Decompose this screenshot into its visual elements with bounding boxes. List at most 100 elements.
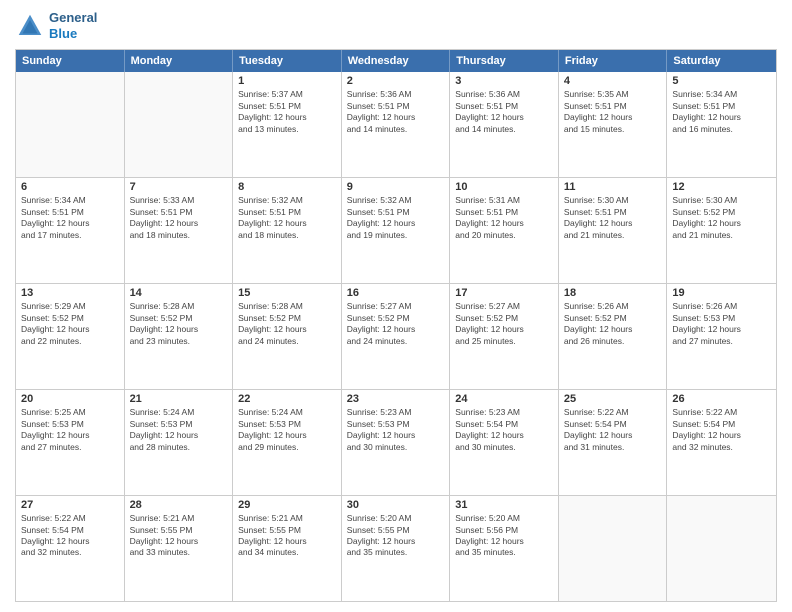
calendar: SundayMondayTuesdayWednesdayThursdayFrid… (15, 49, 777, 602)
header-day-thursday: Thursday (450, 50, 559, 72)
cell-info: Sunrise: 5:20 AMSunset: 5:55 PMDaylight:… (347, 513, 445, 559)
day-number: 24 (455, 393, 553, 405)
day-number: 22 (238, 393, 336, 405)
day-cell-15: 15 Sunrise: 5:28 AMSunset: 5:52 PMDayligh… (233, 284, 342, 389)
day-cell-31: 31Sunrise: 5:20 AMSunset: 5:56 PMDayligh… (450, 496, 559, 601)
cell-info: Sunrise: 5:22 AMSunset: 5:54 PMDaylight:… (564, 407, 662, 453)
calendar-header: SundayMondayTuesdayWednesdayThursdayFrid… (16, 50, 776, 72)
cell-info: Sunrise: 5:21 AMSunset: 5:55 PMDaylight:… (238, 513, 336, 559)
logo: General Blue (15, 10, 97, 41)
cell-info: Sunrise: 5:29 AMSunset: 5:52 PMDaylight:… (21, 301, 119, 347)
day-number: 1 (238, 75, 336, 87)
cell-info: Sunrise: 5:32 AMSunset: 5:51 PMDaylight:… (347, 195, 445, 241)
cell-info: Sunrise: 5:24 AMSunset: 5:53 PMDaylight:… (130, 407, 228, 453)
cell-info: Sunrise: 5:23 AMSunset: 5:53 PMDaylight:… (347, 407, 445, 453)
day-cell-1: 1 Sunrise: 5:37 AMSunset: 5:51 PMDaylight… (233, 72, 342, 177)
logo-icon (15, 11, 45, 41)
day-number: 4 (564, 75, 662, 87)
day-number: 28 (130, 499, 228, 511)
day-number: 15 (238, 287, 336, 299)
day-cell-23: 23Sunrise: 5:23 AMSunset: 5:53 PMDayligh… (342, 390, 451, 495)
day-cell-18: 18Sunrise: 5:26 AMSunset: 5:52 PMDayligh… (559, 284, 668, 389)
cell-info: Sunrise: 5:25 AMSunset: 5:53 PMDaylight:… (21, 407, 119, 453)
day-cell-27: 27 Sunrise: 5:22 AMSunset: 5:54 PMDayligh… (16, 496, 125, 601)
day-cell-28: 28 Sunrise: 5:21 AMSunset: 5:55 PMDayligh… (125, 496, 234, 601)
day-cell-24: 24 Sunrise: 5:23 AMSunset: 5:54 PMDayligh… (450, 390, 559, 495)
day-cell-7: 7Sunrise: 5:33 AMSunset: 5:51 PMDaylight… (125, 178, 234, 283)
day-cell-11: 11 Sunrise: 5:30 AMSunset: 5:51 PMDayligh… (559, 178, 668, 283)
day-number: 20 (21, 393, 119, 405)
day-cell-20: 20 Sunrise: 5:25 AMSunset: 5:53 PMDayligh… (16, 390, 125, 495)
day-cell-12: 12 Sunrise: 5:30 AMSunset: 5:52 PMDayligh… (667, 178, 776, 283)
cell-info: Sunrise: 5:28 AMSunset: 5:52 PMDaylight:… (130, 301, 228, 347)
day-number: 29 (238, 499, 336, 511)
empty-cell (16, 72, 125, 177)
header-day-tuesday: Tuesday (233, 50, 342, 72)
cell-info: Sunrise: 5:34 AMSunset: 5:51 PMDaylight:… (21, 195, 119, 241)
day-cell-21: 21 Sunrise: 5:24 AMSunset: 5:53 PMDayligh… (125, 390, 234, 495)
header-day-friday: Friday (559, 50, 668, 72)
day-number: 2 (347, 75, 445, 87)
day-number: 17 (455, 287, 553, 299)
cell-info: Sunrise: 5:35 AMSunset: 5:51 PMDaylight:… (564, 89, 662, 135)
day-number: 27 (21, 499, 119, 511)
week-row-4: 20 Sunrise: 5:25 AMSunset: 5:53 PMDayligh… (16, 390, 776, 496)
day-cell-30: 30 Sunrise: 5:20 AMSunset: 5:55 PMDayligh… (342, 496, 451, 601)
day-cell-3: 3Sunrise: 5:36 AMSunset: 5:51 PMDaylight… (450, 72, 559, 177)
header: General Blue (15, 10, 777, 41)
day-number: 19 (672, 287, 771, 299)
cell-info: Sunrise: 5:22 AMSunset: 5:54 PMDaylight:… (21, 513, 119, 559)
day-number: 5 (672, 75, 771, 87)
day-number: 26 (672, 393, 771, 405)
day-cell-5: 5 Sunrise: 5:34 AMSunset: 5:51 PMDaylight… (667, 72, 776, 177)
day-number: 11 (564, 181, 662, 193)
cell-info: Sunrise: 5:23 AMSunset: 5:54 PMDaylight:… (455, 407, 553, 453)
day-cell-13: 13Sunrise: 5:29 AMSunset: 5:52 PMDayligh… (16, 284, 125, 389)
week-row-1: 1 Sunrise: 5:37 AMSunset: 5:51 PMDaylight… (16, 72, 776, 178)
day-cell-19: 19Sunrise: 5:26 AMSunset: 5:53 PMDayligh… (667, 284, 776, 389)
cell-info: Sunrise: 5:36 AMSunset: 5:51 PMDaylight:… (455, 89, 553, 135)
cell-info: Sunrise: 5:30 AMSunset: 5:51 PMDaylight:… (564, 195, 662, 241)
day-cell-8: 8 Sunrise: 5:32 AMSunset: 5:51 PMDaylight… (233, 178, 342, 283)
header-day-sunday: Sunday (16, 50, 125, 72)
day-cell-16: 16Sunrise: 5:27 AMSunset: 5:52 PMDayligh… (342, 284, 451, 389)
cell-info: Sunrise: 5:22 AMSunset: 5:54 PMDaylight:… (672, 407, 771, 453)
day-number: 21 (130, 393, 228, 405)
cell-info: Sunrise: 5:21 AMSunset: 5:55 PMDaylight:… (130, 513, 228, 559)
week-row-5: 27 Sunrise: 5:22 AMSunset: 5:54 PMDayligh… (16, 496, 776, 601)
day-cell-4: 4 Sunrise: 5:35 AMSunset: 5:51 PMDaylight… (559, 72, 668, 177)
calendar-body: 1 Sunrise: 5:37 AMSunset: 5:51 PMDaylight… (16, 72, 776, 601)
day-cell-2: 2Sunrise: 5:36 AMSunset: 5:51 PMDaylight… (342, 72, 451, 177)
day-cell-10: 10 Sunrise: 5:31 AMSunset: 5:51 PMDayligh… (450, 178, 559, 283)
day-number: 10 (455, 181, 553, 193)
cell-info: Sunrise: 5:24 AMSunset: 5:53 PMDaylight:… (238, 407, 336, 453)
day-number: 30 (347, 499, 445, 511)
day-cell-22: 22 Sunrise: 5:24 AMSunset: 5:53 PMDayligh… (233, 390, 342, 495)
day-cell-9: 9 Sunrise: 5:32 AMSunset: 5:51 PMDaylight… (342, 178, 451, 283)
week-row-2: 6 Sunrise: 5:34 AMSunset: 5:51 PMDaylight… (16, 178, 776, 284)
day-number: 14 (130, 287, 228, 299)
day-number: 8 (238, 181, 336, 193)
day-number: 6 (21, 181, 119, 193)
day-number: 7 (130, 181, 228, 193)
cell-info: Sunrise: 5:28 AMSunset: 5:52 PMDaylight:… (238, 301, 336, 347)
cell-info: Sunrise: 5:27 AMSunset: 5:52 PMDaylight:… (455, 301, 553, 347)
header-day-wednesday: Wednesday (342, 50, 451, 72)
cell-info: Sunrise: 5:30 AMSunset: 5:52 PMDaylight:… (672, 195, 771, 241)
day-number: 12 (672, 181, 771, 193)
page: General Blue SundayMondayTuesdayWednesda… (0, 0, 792, 612)
cell-info: Sunrise: 5:20 AMSunset: 5:56 PMDaylight:… (455, 513, 553, 559)
day-number: 9 (347, 181, 445, 193)
day-cell-26: 26 Sunrise: 5:22 AMSunset: 5:54 PMDayligh… (667, 390, 776, 495)
week-row-3: 13Sunrise: 5:29 AMSunset: 5:52 PMDayligh… (16, 284, 776, 390)
cell-info: Sunrise: 5:26 AMSunset: 5:52 PMDaylight:… (564, 301, 662, 347)
header-day-saturday: Saturday (667, 50, 776, 72)
empty-cell (125, 72, 234, 177)
cell-info: Sunrise: 5:34 AMSunset: 5:51 PMDaylight:… (672, 89, 771, 135)
cell-info: Sunrise: 5:32 AMSunset: 5:51 PMDaylight:… (238, 195, 336, 241)
cell-info: Sunrise: 5:31 AMSunset: 5:51 PMDaylight:… (455, 195, 553, 241)
cell-info: Sunrise: 5:37 AMSunset: 5:51 PMDaylight:… (238, 89, 336, 135)
day-cell-6: 6 Sunrise: 5:34 AMSunset: 5:51 PMDaylight… (16, 178, 125, 283)
day-cell-14: 14 Sunrise: 5:28 AMSunset: 5:52 PMDayligh… (125, 284, 234, 389)
day-cell-17: 17 Sunrise: 5:27 AMSunset: 5:52 PMDayligh… (450, 284, 559, 389)
